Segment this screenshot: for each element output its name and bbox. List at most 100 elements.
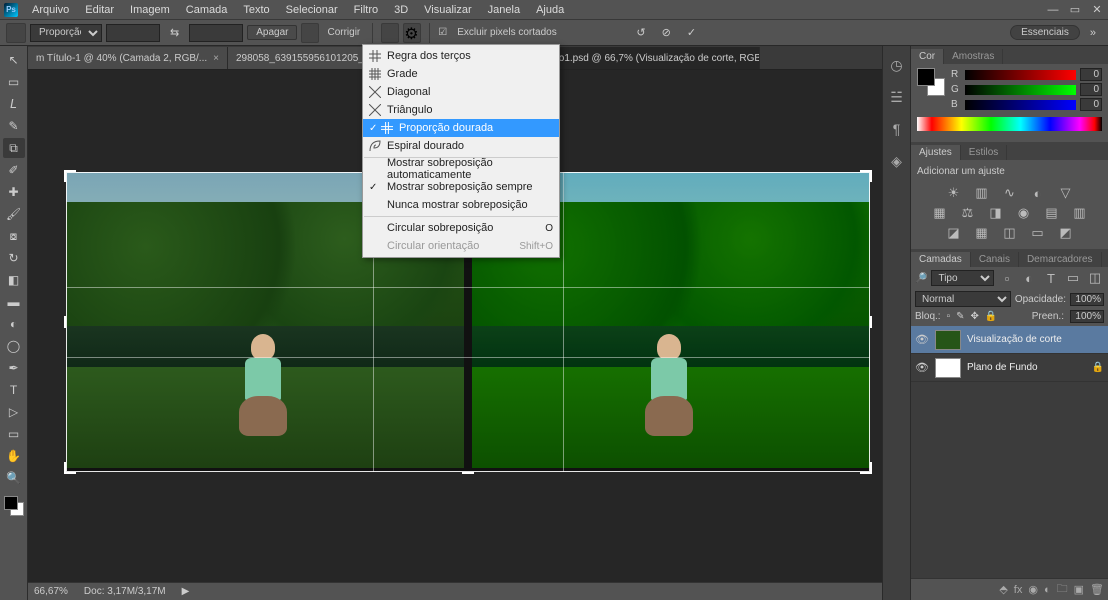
crop-handle[interactable] [64, 316, 76, 328]
swap-icon[interactable]: ⇆ [164, 26, 185, 39]
bw-icon[interactable]: ◨ [987, 205, 1005, 221]
straighten-label[interactable]: Corrigir [323, 27, 364, 38]
tab-demarcadores[interactable]: Demarcadores [1019, 252, 1102, 267]
close-button[interactable]: ✕ [1086, 2, 1108, 18]
new-layer-icon[interactable]: ▣ [1074, 583, 1084, 596]
crop-handle[interactable] [860, 316, 872, 328]
overlay-show-auto[interactable]: Mostrar sobreposição automaticamente [363, 160, 559, 178]
colorbal-icon[interactable]: ⚖ [959, 205, 977, 221]
overlay-rule-of-thirds[interactable]: Regra dos terços [363, 47, 559, 65]
checkbox-checked-icon[interactable]: ☑ [438, 27, 447, 38]
workspace-menu-icon[interactable]: » [1084, 27, 1102, 39]
curves-icon[interactable]: ∿ [1001, 185, 1019, 201]
crop-handle[interactable] [64, 462, 76, 474]
tab-cor[interactable]: Cor [911, 49, 944, 64]
layer-thumbnail[interactable] [935, 330, 961, 350]
ratio-height-input[interactable] [189, 24, 243, 42]
menu-selecionar[interactable]: Selecionar [278, 4, 346, 16]
group-icon[interactable]: 🗀 [1057, 580, 1068, 599]
brightness-icon[interactable]: ☀ [945, 185, 963, 201]
stamp-tool[interactable]: ⧇ [3, 226, 25, 246]
gradient-tool[interactable]: ▬ [3, 292, 25, 312]
gradmap-icon[interactable]: ▭ [1029, 225, 1047, 241]
levels-icon[interactable]: ▥ [973, 185, 991, 201]
layer-name[interactable]: Visualização de corte [967, 334, 1062, 345]
doc-size[interactable]: Doc: 3,17M/3,17M [84, 586, 166, 597]
crop-settings-icon[interactable]: ⚙ [403, 23, 421, 43]
filter-smart-icon[interactable]: ◫ [1086, 270, 1104, 286]
lock-pos-icon[interactable]: ✥ [971, 311, 979, 322]
r-slider[interactable] [965, 70, 1076, 80]
crop-handle[interactable] [860, 170, 872, 182]
properties-panel-icon[interactable]: ☱ [887, 88, 907, 106]
eyedropper-tool[interactable]: ✐ [3, 160, 25, 180]
mask-icon[interactable]: ◉ [1028, 583, 1038, 596]
history-brush-tool[interactable]: ↻ [3, 248, 25, 268]
layer-filter-select[interactable]: Tipo [931, 270, 994, 286]
crop-handle[interactable] [64, 170, 76, 182]
r-value[interactable] [1080, 68, 1102, 81]
b-slider[interactable] [965, 100, 1076, 110]
history-panel-icon[interactable]: ◷ [887, 56, 907, 74]
crop-handle[interactable] [462, 462, 474, 474]
overlay-show-never[interactable]: Nunca mostrar sobreposição [363, 196, 559, 214]
menu-texto[interactable]: Texto [235, 4, 277, 16]
minimize-button[interactable]: — [1042, 2, 1064, 18]
tab-camadas[interactable]: Camadas [911, 252, 971, 267]
layer-thumbnail[interactable] [935, 358, 961, 378]
overlay-triangle[interactable]: Triângulo [363, 101, 559, 119]
layer-row[interactable]: 👁 Visualização de corte [911, 326, 1108, 354]
overlay-golden-spiral[interactable]: Espiral dourado [363, 137, 559, 155]
status-arrow-icon[interactable]: ▶ [182, 586, 190, 597]
photofilter-icon[interactable]: ◉ [1015, 205, 1033, 221]
lookup-icon[interactable]: ▥ [1071, 205, 1089, 221]
visibility-icon[interactable]: 👁 [915, 333, 929, 346]
3d-panel-icon[interactable]: ◈ [887, 152, 907, 170]
fill-input[interactable] [1070, 310, 1104, 323]
color-swatches[interactable] [917, 68, 945, 96]
delete-icon[interactable]: 🗑 [1090, 583, 1104, 596]
delete-cropped-label[interactable]: Excluir pixels cortados [453, 27, 560, 38]
menu-arquivo[interactable]: Arquivo [24, 4, 77, 16]
dodge-tool[interactable]: ◯ [3, 336, 25, 356]
menu-filtro[interactable]: Filtro [346, 4, 386, 16]
path-select-tool[interactable]: ▷ [3, 402, 25, 422]
overlay-diagonal[interactable]: Diagonal [363, 83, 559, 101]
filter-adj-icon[interactable]: ◐ [1020, 270, 1038, 286]
channelmix-icon[interactable]: ▤ [1043, 205, 1061, 221]
menu-visualizar[interactable]: Visualizar [416, 4, 480, 16]
crop-handle[interactable] [860, 462, 872, 474]
clear-button[interactable]: Apagar [247, 25, 297, 40]
blur-tool[interactable]: ◐ [3, 314, 25, 334]
menu-janela[interactable]: Janela [480, 4, 528, 16]
tab-amostras[interactable]: Amostras [944, 49, 1003, 64]
invert-icon[interactable]: ◪ [945, 225, 963, 241]
layer-name[interactable]: Plano de Fundo [967, 362, 1038, 373]
commit-crop-icon[interactable]: ✓ [681, 26, 702, 39]
crop-tool-icon[interactable] [6, 23, 26, 43]
tab-ajustes[interactable]: Ajustes [911, 145, 961, 160]
adjustment-icon[interactable]: ◐ [1044, 584, 1051, 596]
document-tab-active[interactable]: foto1.psd @ 66,7% (Visualização de corte… [540, 47, 760, 69]
menu-3d[interactable]: 3D [386, 4, 416, 16]
overlay-show-always[interactable]: ✓Mostrar sobreposição sempre [363, 178, 559, 196]
character-panel-icon[interactable]: ¶ [887, 120, 907, 138]
filter-type-icon[interactable]: T [1042, 270, 1060, 286]
menu-imagem[interactable]: Imagem [122, 4, 178, 16]
menu-camada[interactable]: Camada [178, 4, 236, 16]
shape-tool[interactable]: ▭ [3, 424, 25, 444]
lock-pixel-icon[interactable]: ✎ [956, 311, 964, 322]
vibrance-icon[interactable]: ▽ [1057, 185, 1075, 201]
filter-pixel-icon[interactable]: ▫ [998, 270, 1016, 286]
workspace-selector[interactable]: Essenciais [1010, 25, 1080, 40]
layer-row[interactable]: 👁 Plano de Fundo 🔒 [911, 354, 1108, 382]
eraser-tool[interactable]: ◧ [3, 270, 25, 290]
b-value[interactable] [1080, 98, 1102, 111]
cycle-overlay[interactable]: Circular sobreposiçãoO [363, 219, 559, 237]
reset-icon[interactable]: ↺ [630, 26, 651, 39]
tab-canais[interactable]: Canais [971, 252, 1019, 267]
menu-ajuda[interactable]: Ajuda [528, 4, 572, 16]
threshold-icon[interactable]: ◫ [1001, 225, 1019, 241]
cancel-crop-icon[interactable]: ⊘ [656, 26, 677, 39]
zoom-level[interactable]: 66,67% [34, 586, 68, 597]
